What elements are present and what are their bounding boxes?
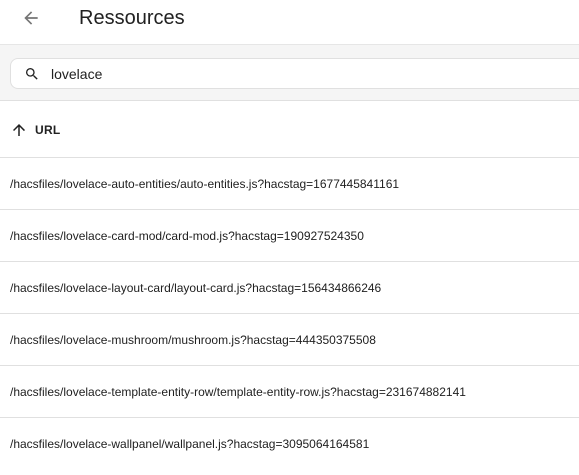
table-row[interactable]: /hacsfiles/lovelace-mushroom/mushroom.js… — [0, 314, 579, 366]
resource-list: /hacsfiles/lovelace-auto-entities/auto-e… — [0, 158, 579, 470]
column-header-url[interactable]: URL — [0, 101, 579, 158]
arrow-up-icon — [13, 124, 25, 136]
table-row[interactable]: /hacsfiles/lovelace-template-entity-row/… — [0, 366, 579, 418]
app-header: Ressources — [0, 0, 579, 38]
search-box[interactable] — [10, 58, 579, 89]
search-icon — [26, 68, 38, 80]
search-input[interactable] — [51, 63, 531, 85]
resource-url: /hacsfiles/lovelace-mushroom/mushroom.js… — [10, 333, 376, 347]
back-button[interactable] — [18, 5, 44, 31]
table-row[interactable]: /hacsfiles/lovelace-wallpanel/wallpanel.… — [0, 418, 579, 470]
table-row[interactable]: /hacsfiles/lovelace-layout-card/layout-c… — [0, 262, 579, 314]
page-title: Ressources — [79, 7, 185, 29]
resource-url: /hacsfiles/lovelace-auto-entities/auto-e… — [10, 177, 400, 191]
table-row[interactable]: /hacsfiles/lovelace-auto-entities/auto-e… — [0, 158, 579, 210]
resource-url: /hacsfiles/lovelace-layout-card/layout-c… — [10, 281, 382, 295]
table-row[interactable]: /hacsfiles/lovelace-card-mod/card-mod.js… — [0, 210, 579, 262]
search-toolbar — [0, 44, 579, 101]
resource-url: /hacsfiles/lovelace-template-entity-row/… — [10, 385, 466, 399]
column-label: URL — [35, 123, 61, 137]
arrow-left-icon — [24, 11, 38, 25]
resource-url: /hacsfiles/lovelace-wallpanel/wallpanel.… — [10, 437, 370, 451]
resource-url: /hacsfiles/lovelace-card-mod/card-mod.js… — [10, 229, 364, 243]
